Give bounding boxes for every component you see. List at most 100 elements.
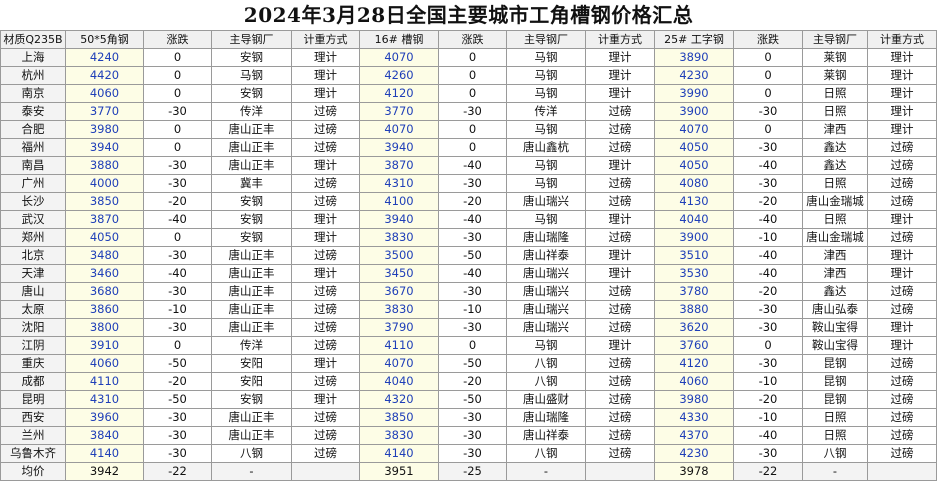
table-cell: 理计 — [867, 246, 937, 265]
table-cell: -30 — [438, 426, 507, 445]
price-cell: 3940 — [65, 138, 144, 157]
table-cell: 过磅 — [585, 426, 655, 445]
price-cell: 3880 — [65, 156, 144, 175]
column-header: 涨跌 — [438, 30, 507, 49]
table-cell: 理计 — [585, 48, 655, 67]
table-cell: 莱钢 — [802, 48, 868, 67]
table-cell: 日照 — [802, 174, 868, 193]
table-row: 郑州 4050 0 安钢 理计 3830 -30 唐山瑞隆 过磅 3900 -10 唐山金瑞城 过磅 — [0, 228, 937, 247]
table-cell: 理计 — [291, 84, 360, 103]
price-cell: 3980 — [654, 390, 734, 409]
table-cell: 过磅 — [585, 318, 655, 337]
table-row: 北京 3480 -30 唐山正丰 过磅 3500 -50 唐山祥泰 理计 3510 -40 津西 理计 — [0, 246, 937, 265]
column-header: 计重方式 — [585, 30, 655, 49]
average-cell: 3942 — [65, 462, 144, 481]
page-title: 2024年3月28日全国主要城市工角槽钢价格汇总 — [243, 3, 694, 27]
table-row: 天津 3460 -40 唐山正丰 理计 3450 -40 唐山瑞兴 理计 3530 -40 津西 理计 — [0, 264, 937, 283]
table-cell: -30 — [733, 138, 803, 157]
table-cell: 过磅 — [585, 174, 655, 193]
table-cell: 唐山鑫杭 — [506, 138, 586, 157]
table-cell: 唐山正丰 — [211, 264, 292, 283]
table-cell: 安钢 — [211, 84, 292, 103]
table-cell: 马钢 — [506, 120, 586, 139]
column-header: 25# 工字钢 — [654, 30, 734, 49]
price-cell: 3770 — [359, 102, 439, 121]
table-cell: 0 — [143, 336, 212, 355]
table-cell: 理计 — [585, 210, 655, 229]
table-cell: 唐山正丰 — [211, 120, 292, 139]
table-cell: 唐山正丰 — [211, 300, 292, 319]
average-cell — [585, 462, 655, 481]
city-cell: 昆明 — [0, 390, 66, 409]
table-cell: -10 — [143, 300, 212, 319]
table-cell: 莱钢 — [802, 66, 868, 85]
price-cell: 4070 — [359, 354, 439, 373]
table-cell: 过磅 — [585, 354, 655, 373]
table-cell: 安钢 — [211, 228, 292, 247]
table-cell: -30 — [733, 174, 803, 193]
price-cell: 3870 — [359, 156, 439, 175]
price-cell: 3900 — [654, 102, 734, 121]
table-cell: 理计 — [291, 264, 360, 283]
price-cell: 4260 — [359, 66, 439, 85]
table-cell: 理计 — [291, 66, 360, 85]
city-cell: 成都 — [0, 372, 66, 391]
table-cell: 过磅 — [867, 138, 937, 157]
table-cell: -40 — [438, 264, 507, 283]
table-cell: 马钢 — [506, 66, 586, 85]
table-cell: 理计 — [585, 336, 655, 355]
price-cell: 4230 — [654, 66, 734, 85]
table-cell: 日照 — [802, 84, 868, 103]
table-cell: -30 — [143, 426, 212, 445]
price-cell: 4320 — [359, 390, 439, 409]
table-cell: 过磅 — [585, 282, 655, 301]
table-cell: 过磅 — [585, 300, 655, 319]
table-row: 昆明 4310 -50 安钢 理计 4320 -50 唐山盛财 过磅 3980 -20 昆钢 过磅 — [0, 390, 937, 409]
price-cell: 3510 — [654, 246, 734, 265]
table-cell: -50 — [438, 390, 507, 409]
city-cell: 福州 — [0, 138, 66, 157]
table-cell: 理计 — [291, 48, 360, 67]
table-cell: 过磅 — [291, 246, 360, 265]
table-cell: -40 — [733, 210, 803, 229]
column-header: 16# 槽钢 — [359, 30, 439, 49]
table-cell: 过磅 — [291, 444, 360, 463]
table-cell: 鑫达 — [802, 282, 868, 301]
table-cell: 理计 — [585, 156, 655, 175]
table-cell: -50 — [143, 354, 212, 373]
table-cell: 安钢 — [211, 48, 292, 67]
table-cell: -30 — [733, 444, 803, 463]
table-cell: 过磅 — [291, 372, 360, 391]
price-cell: 3910 — [65, 336, 144, 355]
table-cell: 过磅 — [291, 318, 360, 337]
table-cell: -30 — [143, 444, 212, 463]
table-cell: -30 — [733, 318, 803, 337]
table-cell: 八钢 — [211, 444, 292, 463]
city-cell: 沈阳 — [0, 318, 66, 337]
price-cell: 4040 — [359, 372, 439, 391]
table-cell: -40 — [733, 246, 803, 265]
table-cell: 理计 — [585, 264, 655, 283]
table-cell: 过磅 — [867, 156, 937, 175]
table-cell: -30 — [143, 174, 212, 193]
city-cell: 南昌 — [0, 156, 66, 175]
price-cell: 3960 — [65, 408, 144, 427]
table-cell: 唐山正丰 — [211, 156, 292, 175]
table-cell: 安阳 — [211, 372, 292, 391]
price-cell: 3890 — [654, 48, 734, 67]
table-cell: -10 — [733, 372, 803, 391]
table-cell: 0 — [438, 48, 507, 67]
table-cell: 过磅 — [585, 102, 655, 121]
average-cell — [291, 462, 360, 481]
table-header-row: 材质Q235B 50*5角钢 涨跌 主导钢厂 计重方式 16# 槽钢 涨跌 主导钢厂 计重方式 2… — [0, 30, 937, 49]
price-cell: 3990 — [654, 84, 734, 103]
column-header: 涨跌 — [143, 30, 212, 49]
price-cell: 3830 — [359, 300, 439, 319]
price-cell: 4130 — [654, 192, 734, 211]
table-cell: 八钢 — [506, 372, 586, 391]
table-cell: 唐山祥泰 — [506, 426, 586, 445]
city-cell: 天津 — [0, 264, 66, 283]
table-row: 泰安 3770 -30 传洋 过磅 3770 -30 传洋 过磅 3900 -30 日照 理计 — [0, 102, 937, 121]
table-cell: -30 — [438, 174, 507, 193]
price-cell: 3830 — [359, 426, 439, 445]
